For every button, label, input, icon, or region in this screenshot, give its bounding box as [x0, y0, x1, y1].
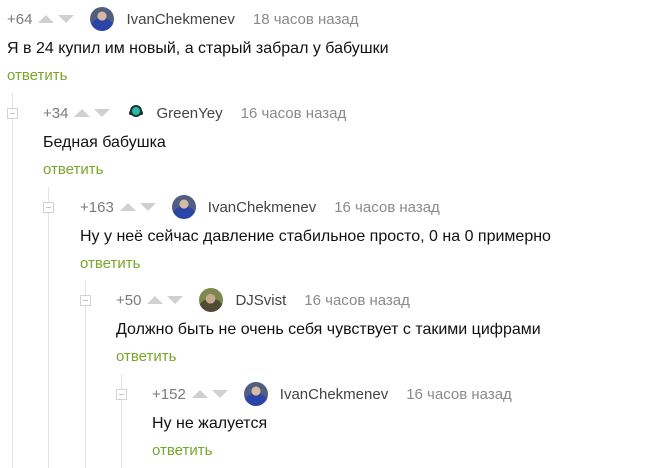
comment-rating: +64 — [7, 10, 33, 28]
comment-header: +34 GreenYey 16 часов назад — [43, 101, 650, 125]
avatar[interactable] — [199, 288, 224, 312]
comment-username[interactable]: IvanChekmenev — [126, 11, 234, 28]
comment-time[interactable]: 16 часов назад — [304, 292, 410, 309]
avatar[interactable] — [171, 195, 196, 219]
comment-header: +152 IvanChekmenev 16 часов назад — [152, 382, 650, 406]
thread-line — [85, 281, 86, 468]
comment-rating: +34 — [43, 104, 69, 122]
upvote-icon[interactable] — [119, 203, 136, 211]
thread-line — [48, 187, 49, 468]
comment-rating: +163 — [80, 198, 114, 216]
reply-link[interactable]: ответить — [43, 161, 103, 178]
thread-line — [12, 93, 13, 468]
reply-link[interactable]: ответить — [80, 255, 140, 272]
comment-text: Ну не жалуется — [152, 415, 268, 432]
comment-username[interactable]: IvanChekmenev — [208, 199, 316, 216]
comment: +34 GreenYey 16 часов назад Бедная бабуш… — [43, 101, 650, 179]
comment-rating: +50 — [116, 291, 142, 309]
comment-text: Ну у неё сейчас давление стабильное прос… — [80, 228, 551, 245]
avatar[interactable] — [243, 382, 268, 406]
comment-header: +64 IvanChekmenev 18 часов назад — [7, 7, 650, 31]
downvote-icon[interactable] — [94, 109, 111, 117]
avatar[interactable] — [90, 7, 115, 31]
upvote-icon[interactable] — [74, 109, 91, 117]
comment-username[interactable]: GreenYey — [156, 105, 222, 122]
comment-time[interactable]: 18 часов назад — [253, 11, 359, 28]
collapse-toggle[interactable] — [43, 202, 54, 213]
avatar[interactable] — [128, 101, 144, 125]
comment: +50 DJSvist 16 часов назад Должно быть н… — [116, 288, 650, 366]
upvote-icon[interactable] — [191, 390, 208, 398]
comment-text: Бедная бабушка — [43, 134, 166, 151]
comment-header: +50 DJSvist 16 часов назад — [116, 288, 650, 312]
reply-link[interactable]: ответить — [7, 67, 67, 84]
collapse-toggle[interactable] — [80, 295, 91, 306]
comment-username[interactable]: IvanChekmenev — [280, 386, 388, 403]
upvote-icon[interactable] — [147, 296, 164, 304]
downvote-icon[interactable] — [139, 203, 156, 211]
downvote-icon[interactable] — [167, 296, 184, 304]
comment: +152 IvanChekmenev 16 часов назад Ну не … — [152, 382, 650, 460]
comment-time[interactable]: 16 часов назад — [406, 386, 512, 403]
downvote-icon[interactable] — [58, 15, 75, 23]
comment-username[interactable]: DJSvist — [235, 292, 286, 309]
downvote-icon[interactable] — [211, 390, 228, 398]
comment: +163 IvanChekmenev 16 часов назад Ну у н… — [80, 195, 650, 273]
reply-link[interactable]: ответить — [116, 348, 176, 365]
upvote-icon[interactable] — [38, 15, 55, 23]
comment: +64 IvanChekmenev 18 часов назад Я в 24 … — [7, 7, 650, 85]
comment-text: Я в 24 купил им новый, а старый забрал у… — [7, 40, 389, 57]
comment-header: +163 IvanChekmenev 16 часов назад — [80, 195, 650, 219]
collapse-toggle[interactable] — [7, 108, 18, 119]
comment-time[interactable]: 16 часов назад — [334, 199, 440, 216]
comment-rating: +152 — [152, 385, 186, 403]
reply-link[interactable]: ответить — [152, 442, 212, 459]
comment-time[interactable]: 16 часов назад — [241, 105, 347, 122]
comment-text: Должно быть не очень себя чувствует с та… — [116, 321, 541, 338]
collapse-toggle[interactable] — [116, 389, 127, 400]
